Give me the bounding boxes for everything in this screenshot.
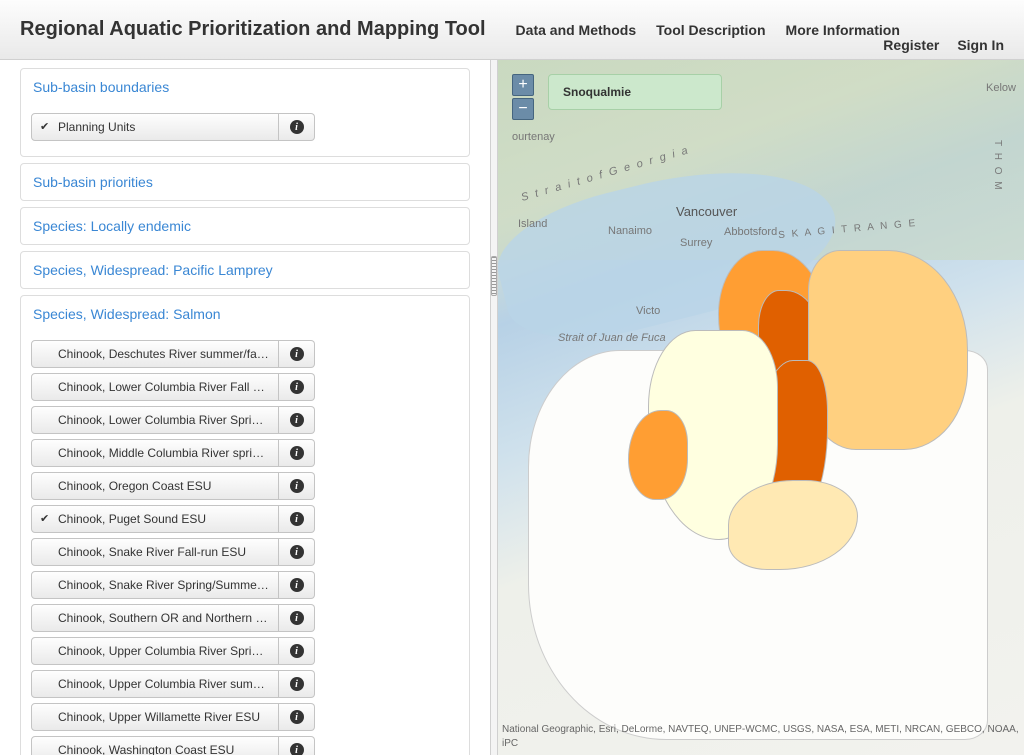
layer-info-button[interactable]: i (279, 373, 315, 401)
layer-row: Planning Units i (31, 113, 459, 141)
info-icon: i (290, 743, 304, 755)
layer-row: Chinook, Southern OR and Northern CA Coa… (31, 604, 459, 632)
info-icon: i (290, 347, 304, 361)
main-nav: Data and Methods Tool Description More I… (516, 22, 900, 38)
layer-toggle-button[interactable]: Chinook, Snake River Fall-run ESU (31, 538, 279, 566)
panel-priorities: Sub-basin priorities (20, 163, 470, 201)
panel-lamprey: Species, Widespread: Pacific Lamprey (20, 251, 470, 289)
info-icon: i (290, 644, 304, 658)
zoom-in-button[interactable]: + (512, 74, 534, 96)
layer-info-button[interactable]: i (279, 340, 315, 368)
panel-header-salmon[interactable]: Species, Widespread: Salmon (21, 296, 469, 332)
app-title: Regional Aquatic Prioritization and Mapp… (20, 18, 486, 41)
region-poly (808, 250, 968, 450)
layer-info-button[interactable]: i (279, 406, 315, 434)
layer-row: Chinook, Upper Willamette River ESU i (31, 703, 459, 731)
info-icon: i (290, 120, 304, 134)
layer-row: Chinook, Upper Columbia River summer/fal… (31, 670, 459, 698)
map-tooltip: Snoqualmie (548, 74, 722, 110)
layer-row: Chinook, Oregon Coast ESU i (31, 472, 459, 500)
layer-toggle-button[interactable]: Chinook, Upper Willamette River ESU (31, 703, 279, 731)
panel-body-boundaries: Planning Units i (21, 105, 469, 156)
signin-link[interactable]: Sign In (957, 37, 1004, 53)
zoom-controls: + − (512, 74, 534, 122)
layer-toggle-button[interactable]: Chinook, Oregon Coast ESU (31, 472, 279, 500)
layer-info-button[interactable]: i (279, 472, 315, 500)
zoom-out-button[interactable]: − (512, 98, 534, 120)
layer-info-button[interactable]: i (279, 439, 315, 467)
panel-header-endemic[interactable]: Species: Locally endemic (21, 208, 469, 244)
layer-toggle-button[interactable]: Chinook, Upper Columbia River Spring-run… (31, 637, 279, 665)
layer-info-button[interactable]: i (279, 703, 315, 731)
layer-info-button[interactable]: i (279, 538, 315, 566)
panel-salmon: Species, Widespread: Salmon Chinook, Des… (20, 295, 470, 755)
info-icon: i (290, 512, 304, 526)
layer-row: Chinook, Puget Sound ESU i (31, 505, 459, 533)
sidebar-splitter[interactable] (490, 60, 498, 755)
layer-row: Chinook, Upper Columbia River Spring-run… (31, 637, 459, 665)
layer-toggle-button[interactable]: Planning Units (31, 113, 279, 141)
info-icon: i (290, 413, 304, 427)
layer-info-button[interactable]: i (279, 604, 315, 632)
panel-endemic: Species: Locally endemic (20, 207, 470, 245)
info-icon: i (290, 611, 304, 625)
info-icon: i (290, 380, 304, 394)
layer-row: Chinook, Lower Columbia River Fall ESU i (31, 373, 459, 401)
info-icon: i (290, 479, 304, 493)
layer-info-button[interactable]: i (279, 670, 315, 698)
panel-header-boundaries[interactable]: Sub-basin boundaries (21, 69, 469, 105)
info-icon: i (290, 710, 304, 724)
info-icon: i (290, 446, 304, 460)
main-container: Sub-basin boundaries Planning Units i Sub… (0, 60, 1024, 755)
app-header: Regional Aquatic Prioritization and Mapp… (0, 0, 1024, 60)
layer-toggle-button[interactable]: Chinook, Middle Columbia River spring-ru… (31, 439, 279, 467)
map-attribution: National Geographic, Esri, DeLorme, NAVT… (502, 723, 1020, 751)
panel-header-priorities[interactable]: Sub-basin priorities (21, 164, 469, 200)
register-link[interactable]: Register (883, 37, 939, 53)
info-icon: i (290, 578, 304, 592)
layer-toggle-button[interactable]: Chinook, Puget Sound ESU (31, 505, 279, 533)
layer-toggle-button[interactable]: Chinook, Deschutes River summer/fall-run… (31, 340, 279, 368)
layers-sidebar[interactable]: Sub-basin boundaries Planning Units i Sub… (0, 60, 490, 755)
layer-row: Chinook, Snake River Spring/Summer Run E… (31, 571, 459, 599)
nav-data-methods[interactable]: Data and Methods (516, 22, 637, 38)
layer-toggle-button[interactable]: Chinook, Snake River Spring/Summer Run E… (31, 571, 279, 599)
layer-info-button[interactable]: i (279, 637, 315, 665)
info-icon: i (290, 677, 304, 691)
layer-toggle-button[interactable]: Chinook, Upper Columbia River summer/fal… (31, 670, 279, 698)
layer-row: Chinook, Middle Columbia River spring-ru… (31, 439, 459, 467)
layer-toggle-button[interactable]: Chinook, Lower Columbia River Spring ESU (31, 406, 279, 434)
layer-row: Chinook, Lower Columbia River Spring ESU… (31, 406, 459, 434)
map-viewport[interactable]: Vancouver Nanaimo Surrey Abbotsford Vict… (498, 60, 1024, 755)
layer-info-button[interactable]: i (279, 113, 315, 141)
nav-tool-description[interactable]: Tool Description (656, 22, 765, 38)
layer-info-button[interactable]: i (279, 571, 315, 599)
panel-body-salmon: Chinook, Deschutes River summer/fall-run… (21, 332, 469, 755)
splitter-grip-icon[interactable] (491, 256, 497, 296)
region-poly (628, 410, 688, 500)
layer-row: Chinook, Snake River Fall-run ESU i (31, 538, 459, 566)
layer-toggle-button[interactable]: Chinook, Washington Coast ESU (31, 736, 279, 755)
layer-toggle-button[interactable]: Chinook, Lower Columbia River Fall ESU (31, 373, 279, 401)
info-icon: i (290, 545, 304, 559)
layer-info-button[interactable]: i (279, 505, 315, 533)
panel-header-lamprey[interactable]: Species, Widespread: Pacific Lamprey (21, 252, 469, 288)
nav-more-information[interactable]: More Information (786, 22, 900, 38)
layer-row: Chinook, Deschutes River summer/fall-run… (31, 340, 459, 368)
layer-row: Chinook, Washington Coast ESU i (31, 736, 459, 755)
layer-toggle-button[interactable]: Chinook, Southern OR and Northern CA Coa… (31, 604, 279, 632)
auth-links: Register Sign In (883, 37, 1004, 53)
layer-info-button[interactable]: i (279, 736, 315, 755)
panel-boundaries: Sub-basin boundaries Planning Units i (20, 68, 470, 157)
